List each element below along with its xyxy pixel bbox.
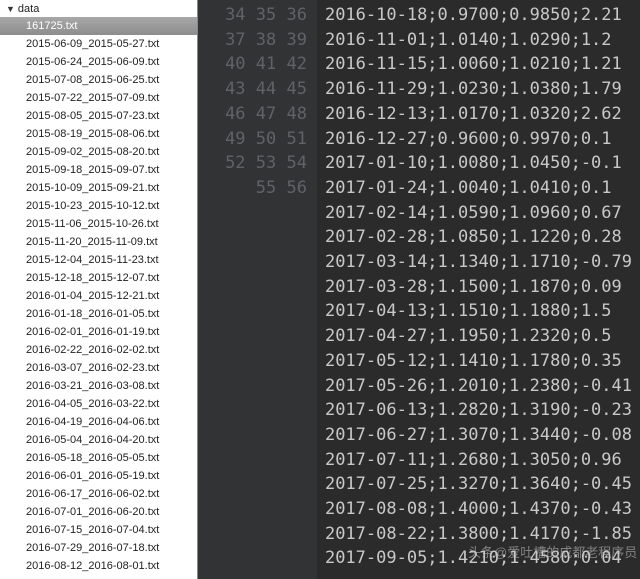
file-item[interactable]: 2016-07-29_2016-07-18.txt	[0, 539, 197, 557]
file-item[interactable]: 2015-12-18_2015-12-07.txt	[0, 269, 197, 287]
file-item[interactable]: 2015-06-09_2015-05-27.txt	[0, 35, 197, 53]
file-item[interactable]: 2016-06-01_2016-05-19.txt	[0, 467, 197, 485]
file-item[interactable]: 2015-08-19_2015-08-06.txt	[0, 125, 197, 143]
file-item[interactable]: 2016-03-07_2016-02-23.txt	[0, 359, 197, 377]
file-item[interactable]: 2016-02-22_2016-02-02.txt	[0, 341, 197, 359]
file-item[interactable]: 2015-07-22_2015-07-09.txt	[0, 89, 197, 107]
file-item[interactable]: 2016-08-26_2016-08-15.txt	[0, 575, 197, 579]
file-item[interactable]: 2016-02-01_2016-01-19.txt	[0, 323, 197, 341]
line-number-gutter: 34 35 36 37 38 39 40 41 42 43 44 45 46 4…	[198, 0, 317, 579]
file-item[interactable]: 2015-08-05_2015-07-23.txt	[0, 107, 197, 125]
file-item[interactable]: 2016-05-18_2016-05-05.txt	[0, 449, 197, 467]
file-item[interactable]: 2016-06-17_2016-06-02.txt	[0, 485, 197, 503]
folder-label: data	[18, 3, 39, 15]
file-item[interactable]: 2015-11-20_2015-11-09.txt	[0, 233, 197, 251]
file-list: 161725.txt2015-06-09_2015-05-27.txt2015-…	[0, 17, 197, 579]
file-item[interactable]: 2016-01-18_2016-01-05.txt	[0, 305, 197, 323]
file-item[interactable]: 2016-04-05_2016-03-22.txt	[0, 395, 197, 413]
file-tree-sidebar[interactable]: ▼ data 161725.txt2015-06-09_2015-05-27.t…	[0, 0, 198, 579]
file-item[interactable]: 2016-08-12_2016-08-01.txt	[0, 557, 197, 575]
file-item[interactable]: 2015-11-06_2015-10-26.txt	[0, 215, 197, 233]
file-item[interactable]: 2015-07-08_2015-06-25.txt	[0, 71, 197, 89]
file-item[interactable]: 2015-10-23_2015-10-12.txt	[0, 197, 197, 215]
file-item[interactable]: 2016-07-01_2016-06-20.txt	[0, 503, 197, 521]
file-item[interactable]: 2016-01-04_2015-12-21.txt	[0, 287, 197, 305]
file-item[interactable]: 2016-07-15_2016-07-04.txt	[0, 521, 197, 539]
file-item[interactable]: 2016-05-04_2016-04-20.txt	[0, 431, 197, 449]
file-item[interactable]: 161725.txt	[0, 17, 197, 35]
file-item[interactable]: 2015-09-18_2015-09-07.txt	[0, 161, 197, 179]
code-content[interactable]: 2016-10-18;0.9700;0.9850;2.21 2016-11-01…	[317, 0, 640, 579]
file-item[interactable]: 2015-06-24_2015-06-09.txt	[0, 53, 197, 71]
file-item[interactable]: 2015-09-02_2015-08-20.txt	[0, 143, 197, 161]
file-item[interactable]: 2015-12-04_2015-11-23.txt	[0, 251, 197, 269]
code-editor[interactable]: 34 35 36 37 38 39 40 41 42 43 44 45 46 4…	[198, 0, 640, 579]
file-item[interactable]: 2015-10-09_2015-09-21.txt	[0, 179, 197, 197]
tree-root-folder[interactable]: ▼ data	[0, 0, 197, 17]
disclosure-triangle-icon[interactable]: ▼	[6, 4, 15, 14]
file-item[interactable]: 2016-03-21_2016-03-08.txt	[0, 377, 197, 395]
file-item[interactable]: 2016-04-19_2016-04-06.txt	[0, 413, 197, 431]
